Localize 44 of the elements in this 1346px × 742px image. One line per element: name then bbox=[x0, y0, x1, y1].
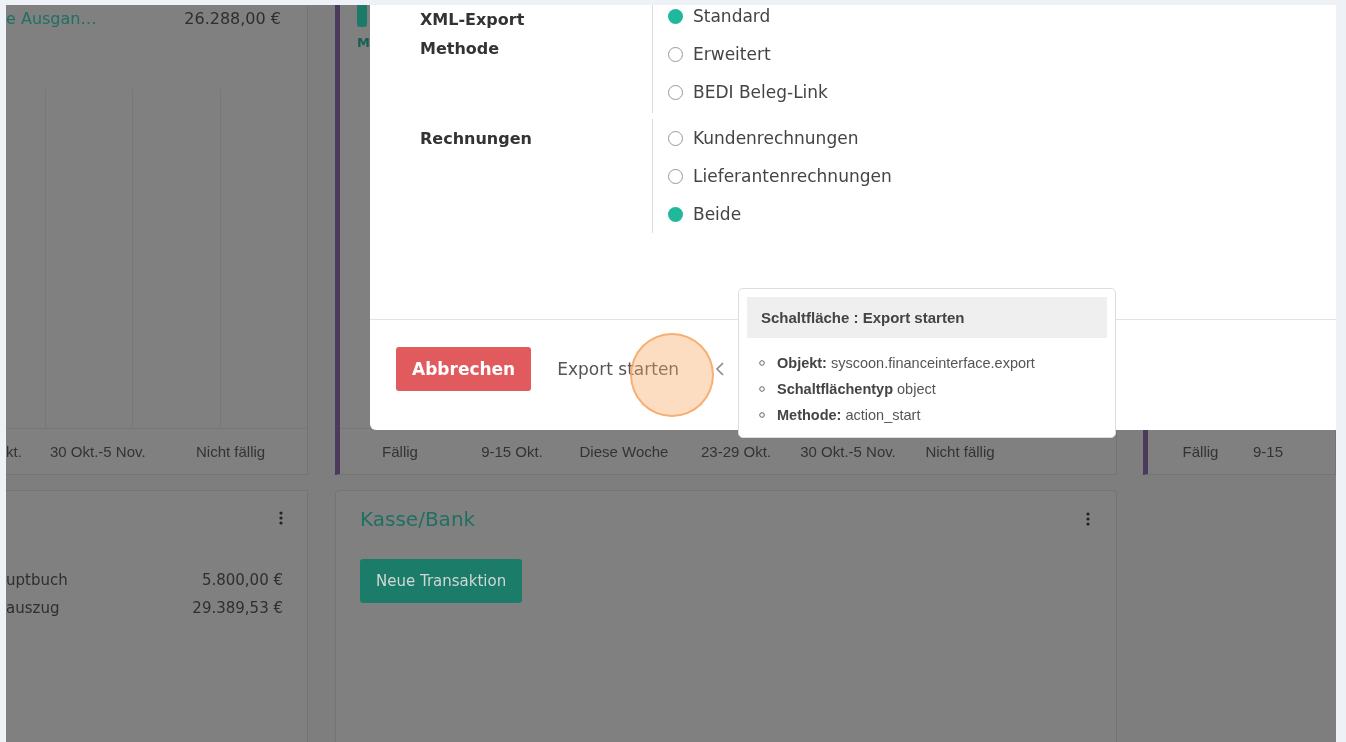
radio-button[interactable] bbox=[668, 168, 683, 184]
radio-button[interactable] bbox=[668, 130, 683, 146]
column-label: 30 Okt.-5 Nov. bbox=[50, 443, 147, 460]
account-label: auszug bbox=[6, 599, 60, 619]
field-label: Rechnungen bbox=[420, 128, 533, 150]
radio-button[interactable] bbox=[668, 206, 683, 222]
amount-text: 29.389,53 € bbox=[192, 599, 283, 619]
column-label: 9-15 bbox=[1253, 443, 1284, 460]
radio-button[interactable] bbox=[668, 46, 683, 62]
radio-label[interactable]: BEDI Beleg-Link bbox=[693, 82, 828, 102]
export-button[interactable]: Export starten bbox=[557, 359, 680, 379]
bullet-icon bbox=[759, 360, 765, 366]
tooltip-line: Objekt: syscoon.financeinterface.export bbox=[777, 355, 1035, 371]
account-label: uptbuch bbox=[6, 571, 68, 591]
radio-label[interactable]: Beide bbox=[693, 204, 742, 224]
radio-button[interactable] bbox=[668, 8, 683, 24]
column-label: Fällig bbox=[381, 443, 419, 460]
radio-label[interactable]: Kundenrechnungen bbox=[693, 128, 859, 148]
tooltip-line: Methode: action_start bbox=[777, 407, 921, 423]
chevron-left-icon bbox=[715, 361, 726, 377]
radio-button[interactable] bbox=[668, 84, 683, 100]
cancel-button[interactable]: Abbrechen bbox=[396, 347, 532, 391]
new-transaction-button[interactable]: Neue Transaktion bbox=[360, 559, 523, 603]
tooltip-line: Schaltflächentyp object bbox=[777, 381, 936, 397]
column-label: Nicht fällig bbox=[196, 443, 266, 460]
column-label: 9-15 Okt. bbox=[480, 443, 544, 460]
column-label: 23-29 Okt. bbox=[699, 443, 772, 460]
more-options-icon[interactable] bbox=[1086, 512, 1090, 526]
amount-text: 26.288,00 € bbox=[184, 9, 281, 30]
radio-label[interactable]: Standard bbox=[693, 6, 771, 26]
column-label: Fällig bbox=[1181, 443, 1220, 460]
bullet-icon bbox=[759, 412, 765, 418]
column-label: kt. bbox=[6, 443, 23, 460]
field-label: XML-Export Methode bbox=[420, 9, 526, 60]
radio-label[interactable]: Lieferantenrechnungen bbox=[693, 166, 892, 186]
column-label: Nicht fällig bbox=[924, 443, 996, 460]
more-options-icon[interactable] bbox=[279, 511, 283, 525]
tooltip-title: Schaltfläche : Export starten bbox=[747, 297, 1107, 338]
bullet-icon bbox=[759, 386, 765, 392]
amount-text: 5.800,00 € bbox=[201, 571, 283, 591]
column-label: 30 Okt.-5 Nov. bbox=[799, 443, 897, 460]
column-label: Diese Woche bbox=[578, 443, 670, 460]
radio-label[interactable]: Erweitert bbox=[693, 44, 771, 64]
button-edge bbox=[357, 5, 367, 27]
